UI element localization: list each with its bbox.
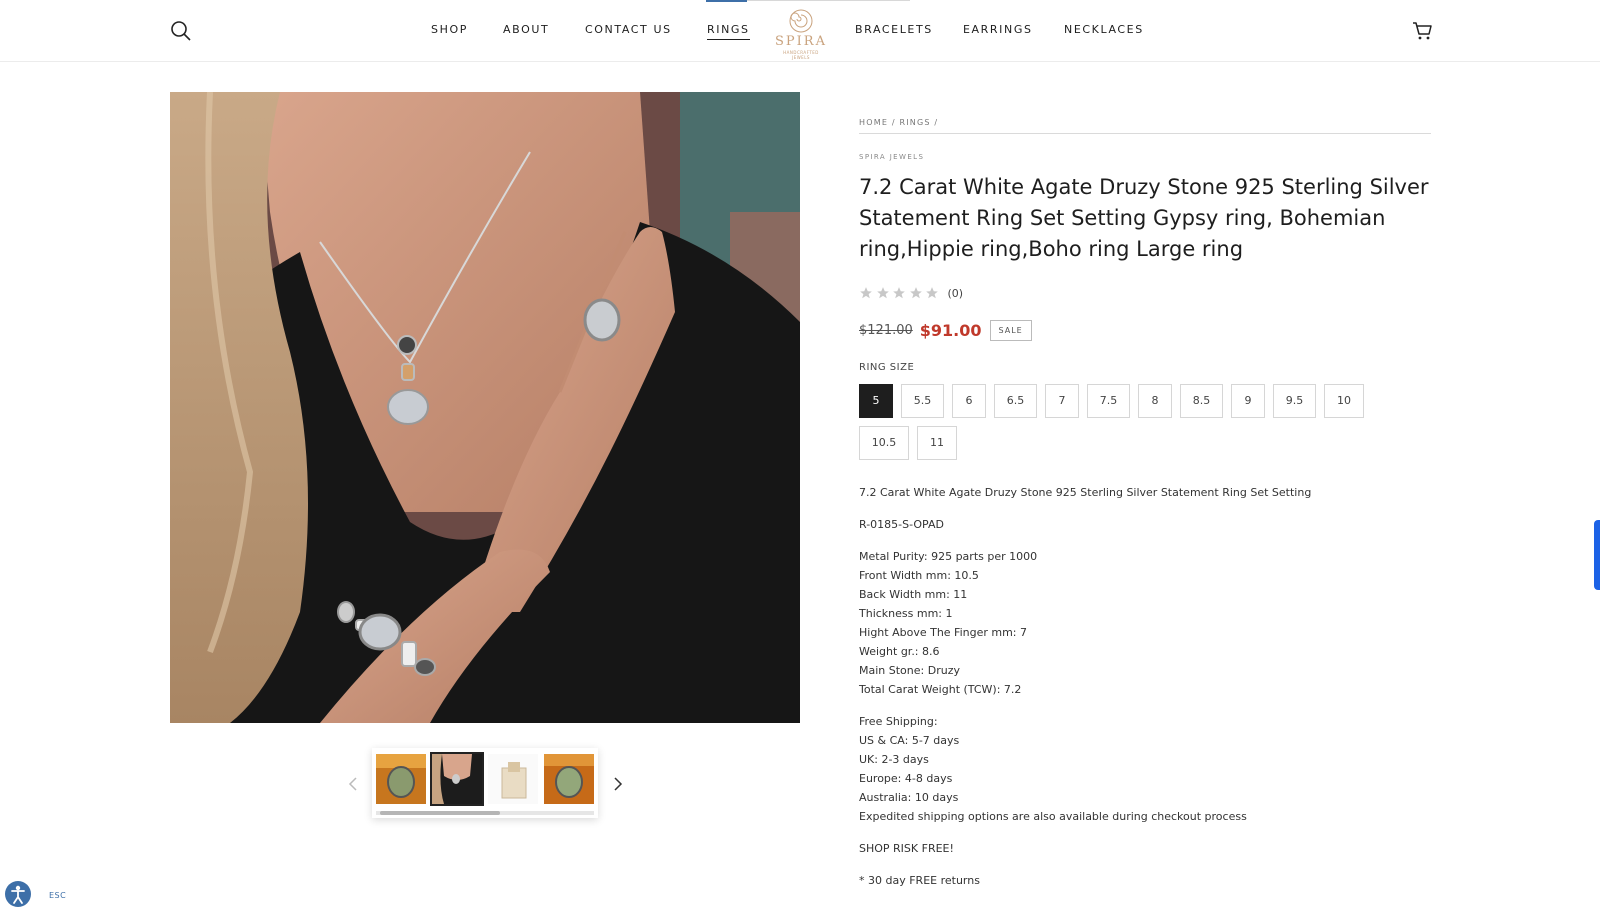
size-option-8-5[interactable]: 8.5: [1180, 384, 1223, 418]
site-header: SHOP ABOUT CONTACT US RINGS BRACELETS EA…: [0, 0, 1600, 62]
size-option-10[interactable]: 10: [1324, 384, 1364, 418]
product-sku: R-0185-S-OPAD: [859, 518, 944, 531]
breadcrumb-divider: [859, 133, 1431, 134]
size-option-6[interactable]: 6: [952, 384, 986, 418]
ring-size-label: RING SIZE: [859, 362, 915, 373]
size-option-7-5[interactable]: 7.5: [1087, 384, 1130, 418]
product-title: 7.2 Carat White Agate Druzy Stone 925 St…: [859, 175, 1429, 261]
shipping-heading: Free Shipping:: [859, 715, 938, 728]
thumbnail-druzy-ring-on-orange-2[interactable]: [544, 754, 594, 804]
size-option-9-5[interactable]: 9.5: [1273, 384, 1316, 418]
nav-about[interactable]: ABOUT: [503, 23, 549, 36]
thumbnail-druzy-ring-on-orange[interactable]: [376, 754, 426, 804]
star-icon: [909, 287, 922, 299]
free-returns: * 30 day FREE returns: [859, 874, 980, 887]
spec-height: Hight Above The Finger mm: 7: [859, 626, 1028, 639]
cart-icon[interactable]: [1412, 21, 1434, 41]
shipping-us-ca: US & CA: 5-7 days: [859, 734, 960, 747]
rating-count: (0): [947, 286, 964, 300]
spec-metal-purity: Metal Purity: 925 parts per 1000: [859, 550, 1038, 563]
thumb-next-arrow[interactable]: [611, 775, 625, 793]
price-row: $121.00 $91.00 SALE: [859, 320, 1032, 341]
nav-rings[interactable]: RINGS: [707, 23, 750, 40]
breadcrumb: HOME / RINGS /: [859, 118, 938, 127]
spec-front-width: Front Width mm: 10.5: [859, 569, 979, 582]
thumb-prev-arrow[interactable]: [346, 775, 360, 793]
star-icon: [860, 287, 872, 299]
shipping-expedited: Expedited shipping options are also avai…: [859, 810, 1247, 823]
thumbnail-strip: [372, 748, 598, 818]
product-main-image[interactable]: [170, 92, 800, 723]
breadcrumb-separator: /: [891, 118, 896, 127]
thumbnail-model-wearing-set[interactable]: [430, 752, 484, 806]
spec-weight: Weight gr.: 8.6: [859, 645, 940, 658]
breadcrumb-home[interactable]: HOME: [859, 118, 888, 127]
shipping-europe: Europe: 4-8 days: [859, 772, 953, 785]
product-vendor: SPIRA JEWELS: [859, 153, 925, 161]
nav-earrings[interactable]: EARRINGS: [963, 23, 1033, 36]
size-option-6-5[interactable]: 6.5: [994, 384, 1037, 418]
thumbnail-jewelry-gift-box[interactable]: [488, 754, 538, 804]
esc-label: ESC: [49, 891, 67, 900]
spec-carat-weight: Total Carat Weight (TCW): 7.2: [859, 683, 1022, 696]
spec-back-width: Back Width mm: 11: [859, 588, 968, 601]
star-icon: [893, 287, 905, 299]
size-option-5-5[interactable]: 5.5: [901, 384, 944, 418]
logo-wordmark: SPIRA: [775, 34, 827, 49]
star-icon: [876, 287, 889, 299]
size-option-8[interactable]: 8: [1138, 384, 1172, 418]
shipping-uk: UK: 2-3 days: [859, 753, 929, 766]
shop-risk-free: SHOP RISK FREE!: [859, 842, 954, 855]
size-option-10-5[interactable]: 10.5: [859, 426, 909, 460]
star-icon: [926, 287, 938, 299]
description-summary: 7.2 Carat White Agate Druzy Stone 925 St…: [859, 486, 1312, 499]
shipping-australia: Australia: 10 days: [859, 791, 959, 804]
thumbnail-scrollbar[interactable]: [376, 811, 594, 815]
nav-contact-us[interactable]: CONTACT US: [585, 23, 672, 36]
sale-badge: SALE: [989, 320, 1032, 341]
brand-logo[interactable]: SPIRA HANDCRAFTED JEWELS: [774, 8, 828, 60]
product-rating[interactable]: (0): [859, 284, 963, 302]
size-option-11[interactable]: 11: [917, 426, 957, 460]
nav-active-indicator: [706, 0, 747, 2]
spiral-logo-icon: [789, 9, 813, 33]
price-sale: $91.00: [919, 321, 982, 340]
spec-thickness: Thickness mm: 1: [859, 607, 953, 620]
accessibility-icon[interactable]: [4, 880, 32, 908]
breadcrumb-separator: /: [934, 118, 939, 127]
nav-necklaces[interactable]: NECKLACES: [1064, 23, 1144, 36]
nav-shop[interactable]: SHOP: [431, 23, 468, 36]
size-option-9[interactable]: 9: [1231, 384, 1265, 418]
spec-main-stone: Main Stone: Druzy: [859, 664, 960, 677]
breadcrumb-rings[interactable]: RINGS: [899, 118, 930, 127]
size-option-5[interactable]: 5: [859, 384, 893, 418]
nav-bracelets[interactable]: BRACELETS: [855, 23, 933, 36]
side-feedback-tab[interactable]: [1594, 520, 1600, 590]
price-original: $121.00: [859, 323, 913, 338]
logo-subtext: HANDCRAFTED JEWELS: [783, 50, 819, 60]
size-option-7[interactable]: 7: [1045, 384, 1079, 418]
thumbnail-scrollbar-thumb[interactable]: [380, 811, 500, 815]
